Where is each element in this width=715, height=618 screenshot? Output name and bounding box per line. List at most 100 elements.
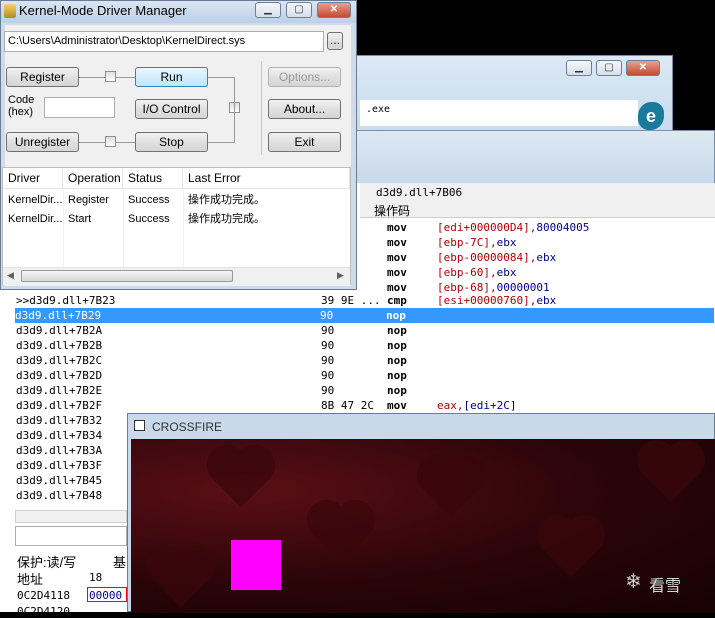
listview-hscroll[interactable]: ◀ ▶ — [3, 267, 350, 285]
cell-status: Success — [128, 213, 170, 225]
memory-search-input[interactable] — [15, 526, 127, 546]
address: d3d9.dll+7B3F — [16, 459, 103, 472]
disasm-hscroll[interactable] — [15, 510, 127, 523]
address: d3d9.dll+7B2E — [16, 384, 103, 397]
opcode: mov — [387, 399, 407, 412]
disasm-row[interactable]: d3d9.dll+7B32 — [16, 413, 102, 428]
stop-button[interactable]: Stop — [135, 132, 208, 152]
bytes: 90 — [321, 384, 335, 397]
opcode: mov — [387, 251, 407, 264]
kmdm-app-icon — [4, 4, 16, 18]
exit-button[interactable]: Exit — [268, 132, 341, 152]
bg-maximize-button[interactable]: ▢ — [596, 60, 622, 76]
driver-path-input[interactable]: C:\Users\Administrator\Desktop\KernelDir… — [4, 31, 324, 52]
io-control-button[interactable]: I/O Control — [135, 99, 208, 119]
opcode: nop — [387, 324, 407, 337]
bytes: 90 — [321, 324, 335, 337]
crossfire-game-view[interactable]: ❄ 看雪 — [131, 439, 715, 613]
address: d3d9.dll+7B2F — [16, 399, 103, 412]
operands: [ebp-60],ebx — [437, 266, 517, 279]
cell-driver: KernelDir... — [8, 194, 63, 206]
address: d3d9.dll+7B34 — [16, 429, 103, 442]
crossfire-app-icon — [134, 420, 145, 431]
operands: [ebp-7C],ebx — [437, 236, 517, 249]
options-button[interactable]: Options... — [268, 67, 341, 87]
operands: [ebp-00000084],ebx — [437, 251, 557, 264]
heart-decoration — [642, 445, 700, 503]
grid-line — [63, 189, 64, 267]
column-operation[interactable]: Operation — [63, 168, 123, 188]
disasm-row[interactable]: d3d9.dll+7B48 — [16, 488, 102, 503]
bytes: 90 — [321, 354, 335, 367]
operand-1: eax — [437, 399, 457, 412]
header-divider — [3, 188, 350, 189]
current-location: d3d9.dll+7B06 — [376, 186, 463, 199]
address: d3d9.dll+7B45 — [16, 474, 103, 487]
unregister-checkbox[interactable] — [105, 136, 116, 147]
opcode-header: 操作码 — [374, 204, 411, 218]
scroll-right-icon[interactable]: ▶ — [337, 270, 344, 281]
disasm-row[interactable]: >>d3d9.dll+7B23 39 9E ... cmp [esi+00000760… — [16, 293, 556, 308]
address: d3d9.dll+7B2C — [16, 354, 103, 367]
register-button[interactable]: Register — [6, 67, 79, 87]
column-status[interactable]: Status — [123, 168, 183, 188]
disasm-row[interactable]: d3d9.dll+7B2B 90 nop — [16, 338, 407, 353]
address: d3d9.dll+7B32 — [16, 414, 103, 427]
opcode: mov — [387, 236, 407, 249]
disasm-row[interactable]: d3d9.dll+7B2F 8B 47 2C mov eax,[edi+2C] — [16, 398, 516, 413]
opcode: nop — [387, 339, 407, 352]
disasm-row[interactable]: d3d9.dll+7B2C 90 nop — [16, 353, 407, 368]
cheatengine-logo-icon: e — [638, 102, 664, 130]
operand-2: 80004005 — [536, 221, 590, 234]
table-row[interactable]: KernelDir... Register Success 操作成功完成。 — [3, 191, 350, 210]
operand-2: [edi+2C] — [463, 399, 517, 412]
magenta-marker — [231, 540, 281, 590]
opcode: nop — [387, 354, 407, 367]
disasm-row[interactable]: d3d9.dll+7B2A 90 nop — [16, 323, 407, 338]
about-button[interactable]: About... — [268, 99, 341, 119]
vertical-divider — [261, 61, 262, 155]
scroll-thumb[interactable] — [21, 270, 233, 282]
unregister-button[interactable]: Unregister — [6, 132, 79, 152]
base-label: 基 — [113, 555, 127, 570]
watermark-text: 看雪 — [649, 578, 682, 595]
code-hex-input[interactable] — [44, 97, 115, 118]
address-column: 18 — [89, 571, 103, 584]
cell-driver: KernelDir... — [8, 213, 63, 225]
run-button[interactable]: Run — [135, 67, 208, 87]
snowflake-icon: ❄ — [625, 571, 642, 593]
crossfire-title: CROSSFIRE — [152, 420, 223, 434]
column-driver[interactable]: Driver — [3, 168, 63, 188]
heart-decoration — [152, 550, 210, 608]
address: d3d9.dll+7B2B — [16, 339, 103, 352]
bg-minimize-button[interactable]: ▁ — [566, 60, 592, 76]
scroll-left-icon[interactable]: ◀ — [7, 270, 14, 281]
disasm-row[interactable]: d3d9.dll+7B45 — [16, 473, 102, 488]
disasm-row[interactable]: d3d9.dll+7B2D 90 nop — [16, 368, 407, 383]
background-window-1 — [355, 130, 715, 185]
column-last-error[interactable]: Last Error — [183, 168, 350, 188]
dump-row-address: 0C2D4118 — [17, 589, 70, 602]
opcode: nop — [387, 369, 407, 382]
minimize-button[interactable]: ▁ — [255, 2, 281, 18]
maximize-button[interactable]: ▢ — [286, 2, 312, 18]
bg-close-button[interactable]: ✕ — [626, 60, 660, 76]
operand-1: [ebp-7C] — [437, 236, 490, 249]
bytes: 8B 47 2C — [321, 399, 374, 412]
disasm-row[interactable]: d3d9.dll+7B29 90 nop — [15, 308, 714, 323]
disasm-row[interactable]: d3d9.dll+7B3F — [16, 458, 102, 473]
operands: [edi+000000D4],80004005 — [437, 221, 590, 234]
close-button[interactable]: ✕ — [317, 2, 351, 18]
register-checkbox[interactable] — [105, 71, 116, 82]
disasm-row[interactable]: d3d9.dll+7B34 — [16, 428, 102, 443]
table-row[interactable]: KernelDir... Start Success 操作成功完成。 — [3, 210, 350, 229]
connector-line — [79, 77, 105, 78]
disasm-row[interactable]: d3d9.dll+7B2E 90 nop — [16, 383, 407, 398]
cell-error: 操作成功完成。 — [188, 213, 265, 225]
operand-2: ebx — [536, 251, 557, 264]
browse-button[interactable]: ... — [327, 32, 343, 50]
connector-line — [208, 77, 234, 78]
address: d3d9.dll+7B29 — [15, 309, 102, 322]
disasm-row[interactable]: d3d9.dll+7B3A — [16, 443, 102, 458]
bytes: 90 — [320, 309, 334, 322]
